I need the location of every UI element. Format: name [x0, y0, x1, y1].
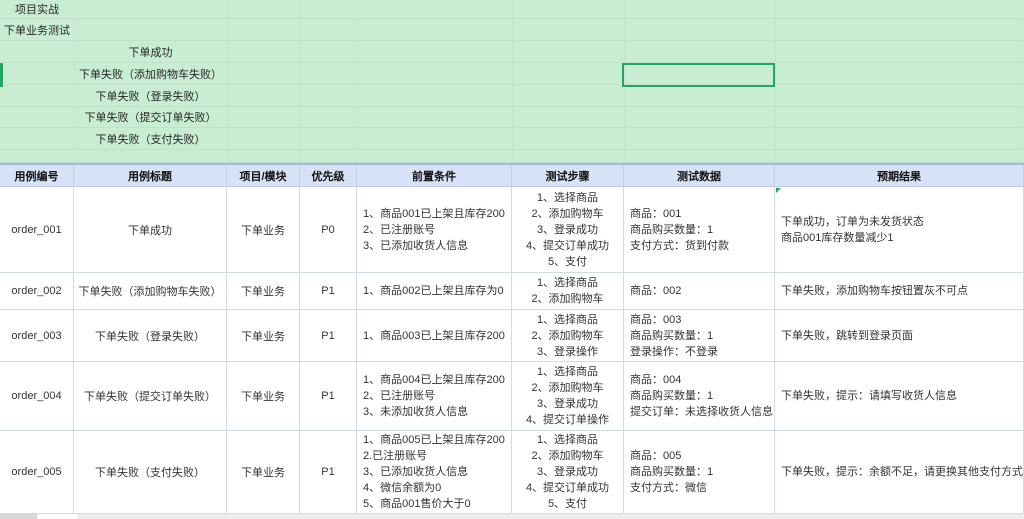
cell-preconditions[interactable]: 1、商品001已上架且库存200 2、已注册账号 3、已添加收货人信息: [357, 187, 512, 273]
header-preconditions[interactable]: 前置条件: [357, 165, 512, 187]
cell-module[interactable]: 下单业务: [227, 431, 300, 514]
gridline: [74, 0, 75, 163]
cell-expected[interactable]: 下单成功，订单为未发货状态 商品001库存数量减少1: [775, 187, 1024, 273]
cell-case-title[interactable]: 下单失败（提交订单失败）: [74, 362, 227, 431]
cell-steps[interactable]: 1、选择商品 2、添加购物车 3、登录操作: [512, 310, 624, 362]
table-row: order_005 下单失败（支付失败） 下单业务 P1 1、商品005已上架且…: [0, 431, 1024, 514]
gridline: [775, 0, 776, 163]
outline-label: 下单业务测试: [4, 24, 70, 37]
cell-case-id[interactable]: order_005: [0, 431, 74, 514]
cell-test-data[interactable]: 商品：002: [624, 273, 775, 310]
testcase-table: 用例编号 用例标题 项目/模块 优先级 前置条件 测试步骤 测试数据 预期结果 …: [0, 163, 1024, 514]
cell-expected[interactable]: 下单失败，提示：余额不足，请更换其他支付方式: [775, 431, 1024, 514]
cell-test-data[interactable]: 商品：001 商品购买数量：1 支付方式：货到付款: [624, 187, 775, 273]
cell-case-id[interactable]: order_003: [0, 310, 74, 362]
cell-test-data[interactable]: 商品：003 商品购买数量：1 登录操作：不登录: [624, 310, 775, 362]
cell-case-title[interactable]: 下单成功: [74, 187, 227, 273]
scrollbar-track-segment[interactable]: [0, 514, 37, 519]
outline-label: 下单失败（添加购物车失败）: [79, 68, 222, 81]
cell-steps[interactable]: 1、选择商品 2、添加购物车: [512, 273, 624, 310]
cell-module[interactable]: 下单业务: [227, 187, 300, 273]
cell-case-id[interactable]: order_001: [0, 187, 74, 273]
cell-module[interactable]: 下单业务: [227, 362, 300, 431]
outline-label: 下单失败（登录失败）: [95, 90, 206, 103]
cell-expected[interactable]: 下单失败，添加购物车按钮置灰不可点: [775, 273, 1024, 310]
gridline: [512, 0, 513, 163]
spreadsheet-canvas: 项目实战 下单业务测试 下单成功 下单失败（添加购物车失败） 下单失败（登录失败…: [0, 0, 1024, 519]
outline-label: 下单成功: [128, 46, 173, 59]
header-test-data[interactable]: 测试数据: [624, 165, 775, 187]
cell-priority[interactable]: P1: [300, 310, 357, 362]
cell-test-data[interactable]: 商品：004 商品购买数量：1 提交订单：未选择收货人信息: [624, 362, 775, 431]
cell-case-id[interactable]: order_004: [0, 362, 74, 431]
header-steps[interactable]: 测试步骤: [512, 165, 624, 187]
cell-preconditions[interactable]: 1、商品004已上架且库存200 2、已注册账号 3、未添加收货人信息: [357, 362, 512, 431]
cell-case-title[interactable]: 下单失败（登录失败）: [74, 310, 227, 362]
table-row: order_002 下单失败（添加购物车失败） 下单业务 P1 1、商品002已…: [0, 273, 1024, 310]
cell-priority[interactable]: P0: [300, 187, 357, 273]
header-case-title[interactable]: 用例标题: [74, 165, 227, 187]
cell-preconditions[interactable]: 1、商品005已上架且库存200 2.已注册账号 3、已添加收货人信息 4、微信…: [357, 431, 512, 514]
header-module[interactable]: 项目/模块: [227, 165, 300, 187]
table-row: order_003 下单失败（登录失败） 下单业务 P1 1、商品003已上架且…: [0, 310, 1024, 362]
outline-section: 项目实战 下单业务测试 下单成功 下单失败（添加购物车失败） 下单失败（登录失败…: [0, 0, 1024, 163]
cell-priority[interactable]: P1: [300, 431, 357, 514]
gridline: [300, 0, 301, 163]
horizontal-scrollbar[interactable]: [0, 514, 1024, 519]
cell-steps[interactable]: 1、选择商品 2、添加购物车 3、登录成功 4、提交订单成功 5、支付: [512, 431, 624, 514]
gridline: [227, 0, 228, 163]
gridline: [1021, 0, 1022, 163]
table-row: order_001 下单成功 下单业务 P0 1、商品001已上架且库存200 …: [0, 187, 1024, 273]
cell-module[interactable]: 下单业务: [227, 273, 300, 310]
table-header-row: 用例编号 用例标题 项目/模块 优先级 前置条件 测试步骤 测试数据 预期结果: [0, 163, 1024, 187]
cell-case-title[interactable]: 下单失败（添加购物车失败）: [74, 273, 227, 310]
cell-expected[interactable]: 下单失败，提示：请填写收货人信息: [775, 362, 1024, 431]
header-case-id[interactable]: 用例编号: [0, 165, 74, 187]
cell-test-data[interactable]: 商品：005 商品购买数量：1 支付方式：微信: [624, 431, 775, 514]
cell-steps[interactable]: 1、选择商品 2、添加购物车 3、登录成功 4、提交订单操作: [512, 362, 624, 431]
outline-label: 项目实战: [15, 4, 59, 16]
table-row: order_004 下单失败（提交订单失败） 下单业务 P1 1、商品004已上…: [0, 362, 1024, 431]
cell-module[interactable]: 下单业务: [227, 310, 300, 362]
scrollbar-thumb[interactable]: [37, 514, 78, 519]
header-expected[interactable]: 预期结果: [775, 165, 1024, 187]
selected-cell-outline[interactable]: [622, 63, 775, 87]
cell-expected[interactable]: 下单失败，跳转到登录页面: [775, 310, 1024, 362]
outline-label: 下单失败（提交订单失败）: [84, 112, 217, 124]
outline-label: 下单失败（支付失败）: [95, 133, 206, 146]
cell-priority[interactable]: P1: [300, 362, 357, 431]
cell-preconditions[interactable]: 1、商品002已上架且库存为0: [357, 273, 512, 310]
cell-preconditions[interactable]: 1、商品003已上架且库存200: [357, 310, 512, 362]
cell-case-id[interactable]: order_002: [0, 273, 74, 310]
cell-case-title[interactable]: 下单失败（支付失败）: [74, 431, 227, 514]
cell-steps[interactable]: 1、选择商品 2、添加购物车 3、登录成功 4、提交订单成功 5、支付: [512, 187, 624, 273]
header-priority[interactable]: 优先级: [300, 165, 357, 187]
gridline: [357, 0, 358, 163]
cell-corner-marker: [776, 188, 781, 193]
cell-priority[interactable]: P1: [300, 273, 357, 310]
selected-row-indicator: [0, 63, 3, 87]
